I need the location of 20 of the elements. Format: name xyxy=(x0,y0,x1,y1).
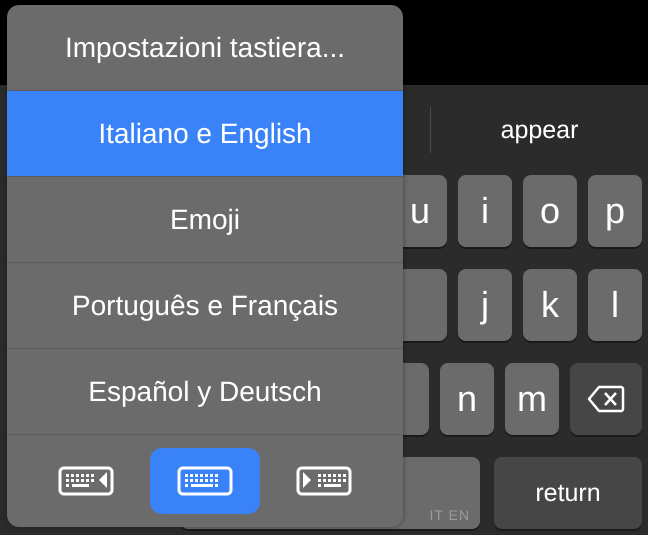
menu-item[interactable]: Español y Deutsch xyxy=(7,349,403,435)
keyboard-icon xyxy=(296,466,352,496)
menu-item[interactable]: Italiano e English xyxy=(7,91,403,177)
keyboard-key[interactable]: i xyxy=(458,175,512,247)
layout-button[interactable] xyxy=(150,448,260,514)
keyboard-key[interactable]: l xyxy=(588,269,642,341)
keyboard-key[interactable]: m xyxy=(505,363,559,435)
keyboard-key[interactable]: n xyxy=(440,363,494,435)
menu-item[interactable]: Português e Français xyxy=(7,263,403,349)
keyboard-key[interactable]: k xyxy=(523,269,577,341)
return-key[interactable]: return xyxy=(494,457,642,529)
keyboard-key[interactable]: o xyxy=(523,175,577,247)
keyboard-key[interactable]: p xyxy=(588,175,642,247)
keyboard-key[interactable]: j xyxy=(458,269,512,341)
delete-key[interactable] xyxy=(570,363,642,435)
keyboard-icon xyxy=(58,466,114,496)
suggestion-text[interactable]: appear xyxy=(431,116,648,144)
menu-item[interactable]: Emoji xyxy=(7,177,403,263)
backspace-icon xyxy=(587,385,625,413)
keyboard-icon xyxy=(176,466,233,496)
